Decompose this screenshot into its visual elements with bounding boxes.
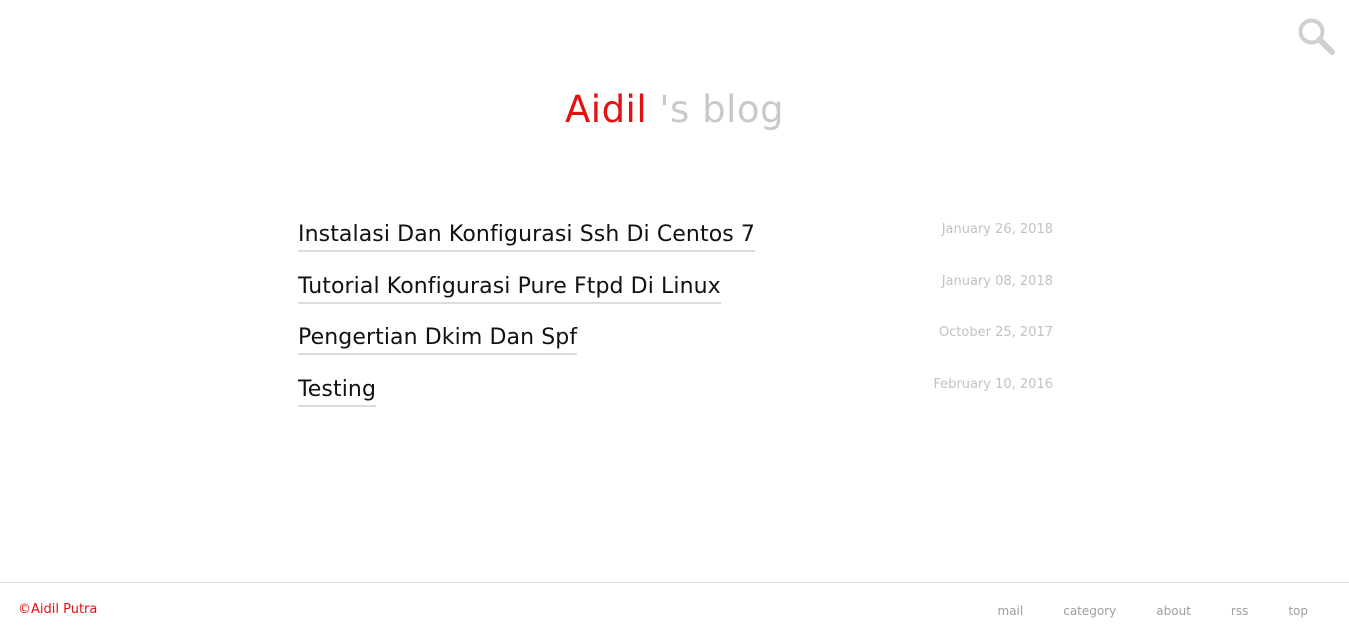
post-list: Instalasi Dan Konfigurasi Ssh Di Centos … [298, 214, 1053, 420]
copyright-text: ©Aidil Putra [18, 602, 98, 617]
search-icon-graphic [1298, 18, 1335, 55]
footer: ©Aidil Putra mail category about rss top [0, 582, 1349, 642]
post-title-link[interactable]: Tutorial Konfigurasi Pure Ftpd Di Linux [298, 272, 721, 304]
footer-link-mail[interactable]: mail [998, 604, 1024, 618]
post-item: Pengertian Dkim Dan Spf October 25, 2017 [298, 317, 1053, 369]
site-title-brand[interactable]: Aidil [565, 88, 647, 131]
footer-link-top[interactable]: top [1288, 604, 1308, 618]
post-date: January 08, 2018 [941, 273, 1053, 289]
site-title: Aidil 's blog [0, 86, 1349, 134]
post-title-link[interactable]: Testing [298, 375, 377, 407]
search-icon[interactable] [1296, 16, 1336, 56]
post-date: February 10, 2016 [933, 376, 1053, 392]
post-item: Testing February 10, 2016 [298, 369, 1053, 421]
post-date: January 26, 2018 [941, 222, 1053, 237]
post-date: October 25, 2017 [938, 325, 1053, 341]
page: Aidil 's blog Instalasi Dan Konfigurasi … [0, 0, 1349, 642]
post-title-link[interactable]: Pengertian Dkim Dan Spf [298, 323, 578, 356]
site-title-rest: 's blog [647, 88, 784, 131]
footer-link-category[interactable]: category [1063, 604, 1116, 618]
post-title-link[interactable]: Instalasi Dan Konfigurasi Ssh Di Centos … [298, 220, 756, 252]
footer-link-about[interactable]: about [1156, 604, 1191, 618]
post-item: Instalasi Dan Konfigurasi Ssh Di Centos … [298, 214, 1053, 266]
footer-nav: mail category about rss top [998, 604, 1309, 618]
footer-link-rss[interactable]: rss [1231, 604, 1248, 618]
post-item: Tutorial Konfigurasi Pure Ftpd Di Linux … [298, 266, 1053, 318]
